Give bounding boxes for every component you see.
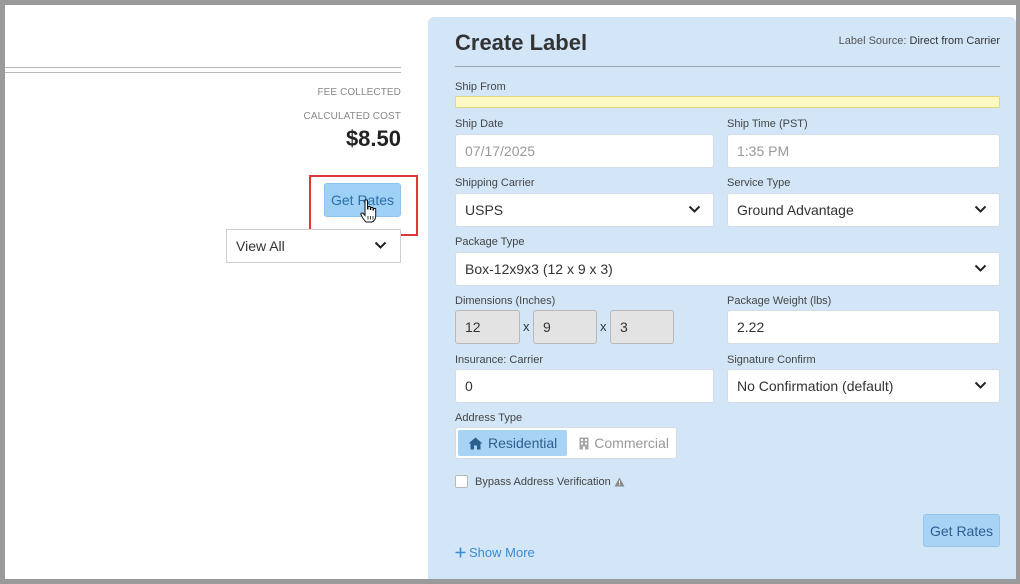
label-source-value: Direct from Carrier: [909, 35, 1000, 47]
signature-confirm-value: No Confirmation (default): [737, 378, 894, 394]
chevron-down-icon: [974, 205, 987, 213]
label-source-label: Label Source:: [838, 35, 907, 47]
address-commercial-label: Commercial: [594, 435, 669, 451]
label-source: Label Source: Direct from Carrier: [839, 35, 1000, 47]
calculated-cost-label: CALCULATED COST: [303, 111, 401, 122]
dimension-height-field[interactable]: 3: [610, 310, 674, 344]
ship-date-label: Ship Date: [455, 118, 504, 130]
chevron-down-icon: [974, 264, 987, 272]
view-select-value: View All: [236, 238, 285, 254]
signature-confirm-label: Signature Confirm: [727, 354, 816, 366]
signature-confirm-select[interactable]: No Confirmation (default): [727, 369, 1000, 403]
home-icon: [468, 437, 483, 449]
package-type-select[interactable]: Box-12x9x3 (12 x 9 x 3): [455, 252, 1000, 286]
package-type-value: Box-12x9x3 (12 x 9 x 3): [465, 261, 613, 277]
bypass-verification-checkbox[interactable]: [455, 475, 468, 488]
left-panel: FEE COLLECTED CALCULATED COST $8.50 Get …: [5, 5, 418, 580]
package-weight-field[interactable]: 2.22: [727, 310, 1000, 344]
create-label-panel: Create Label Label Source: Direct from C…: [428, 17, 1016, 580]
address-type-toggle: Residential Commercial: [455, 427, 677, 459]
service-type-select[interactable]: Ground Advantage: [727, 193, 1000, 227]
plus-icon: [455, 547, 466, 558]
dimension-separator: x: [523, 319, 530, 334]
bypass-verification: Bypass Address Verification: [475, 476, 625, 488]
dimensions-label: Dimensions (Inches): [455, 295, 556, 307]
chevron-down-icon: [374, 241, 387, 249]
page-title: Create Label: [455, 30, 588, 55]
address-residential-button[interactable]: Residential: [458, 430, 568, 456]
divider: [5, 67, 401, 68]
building-icon: [579, 437, 589, 449]
insurance-label: Insurance: Carrier: [455, 354, 544, 366]
ship-from-field[interactable]: [455, 96, 1000, 108]
package-type-label: Package Type: [455, 236, 525, 248]
package-weight-label: Package Weight (lbs): [727, 295, 832, 307]
ship-date-field[interactable]: 07/17/2025: [455, 134, 714, 168]
shipping-carrier-value: USPS: [465, 202, 504, 218]
insurance-field[interactable]: 0: [455, 369, 714, 403]
shipping-carrier-select[interactable]: USPS: [455, 193, 714, 227]
warning-icon: [614, 477, 625, 487]
address-commercial-button[interactable]: Commercial: [569, 428, 679, 458]
fee-collected-label: FEE COLLECTED: [317, 87, 401, 98]
calculated-cost-value: $8.50: [345, 126, 401, 151]
get-rates-submit-button[interactable]: Get Rates: [923, 514, 1000, 547]
shipping-carrier-label: Shipping Carrier: [455, 177, 535, 189]
divider: [5, 72, 401, 73]
dimension-length-field[interactable]: 12: [455, 310, 520, 344]
service-type-value: Ground Advantage: [737, 202, 854, 218]
ship-from-label: Ship From: [455, 81, 506, 93]
address-type-label: Address Type: [455, 412, 523, 424]
dimension-separator: x: [600, 319, 607, 334]
chevron-down-icon: [688, 205, 701, 213]
service-type-label: Service Type: [727, 177, 791, 189]
ship-time-field[interactable]: 1:35 PM: [727, 134, 1000, 168]
view-all-select[interactable]: View All: [226, 229, 401, 263]
dimension-width-field[interactable]: 9: [533, 310, 597, 344]
ship-time-label: Ship Time (PST): [727, 118, 808, 130]
chevron-down-icon: [974, 381, 987, 389]
show-more-label: Show More: [469, 545, 535, 560]
address-residential-label: Residential: [488, 435, 558, 451]
hand-cursor-icon: [360, 199, 377, 223]
title-divider: [455, 66, 1000, 67]
bypass-verification-label: Bypass Address Verification: [475, 476, 611, 488]
show-more-link[interactable]: Show More: [455, 545, 535, 560]
